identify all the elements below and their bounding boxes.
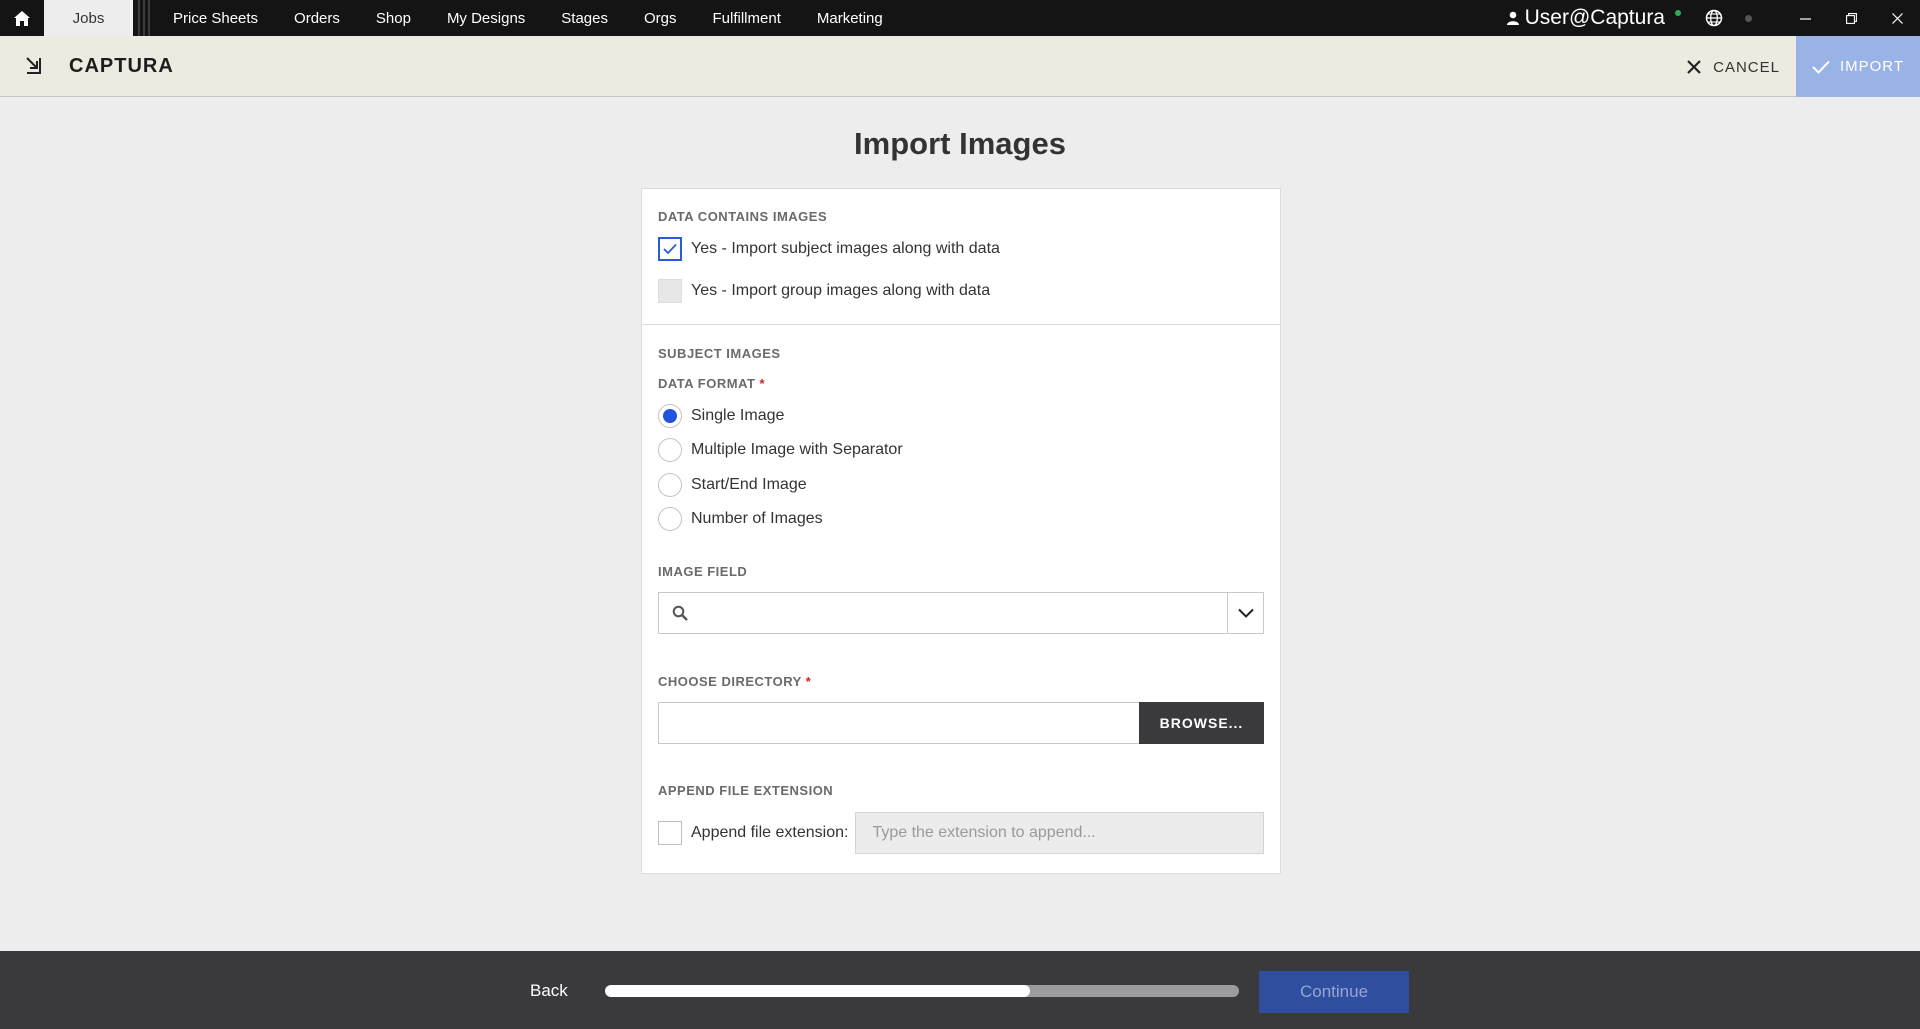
radio-number-of-images[interactable]: Number of Images [658,507,823,531]
home-icon [14,10,30,26]
radio-button[interactable] [658,507,682,531]
nav-item-orders[interactable]: Orders [276,0,358,36]
user-icon [1506,11,1519,25]
cancel-label: CANCEL [1713,58,1780,76]
user-menu[interactable]: User@Captura [1506,6,1665,30]
section-label-data-contains-images: DATA CONTAINS IMAGES [658,209,828,224]
data-format-label-text: DATA FORMAT [658,376,756,391]
import-label: IMPORT [1839,58,1905,75]
close-icon [1687,60,1701,74]
radio-start-end-image[interactable]: Start/End Image [658,473,807,497]
close-window-button[interactable] [1874,0,1920,36]
image-field-select[interactable] [658,592,1264,634]
directory-input[interactable] [658,702,1139,744]
append-extension-row: Append file extension: [658,812,1264,854]
subject-images-checkbox-row[interactable]: Yes - Import subject images along with d… [658,237,1000,261]
tab-jobs[interactable]: Jobs [44,0,133,36]
progress-fill [605,985,1030,997]
radio-label: Single Image [691,407,785,424]
group-images-checkbox-row[interactable]: Yes - Import group images along with dat… [658,279,990,303]
restore-icon [1845,12,1857,24]
subject-images-label: Yes - Import subject images along with d… [691,240,1000,257]
group-images-checkbox[interactable] [658,279,682,303]
append-extension-checkbox[interactable] [658,821,682,845]
data-format-label: DATA FORMAT * [658,376,765,391]
image-field-label: IMAGE FIELD [658,564,748,579]
back-button[interactable]: Back [530,981,568,1001]
radio-multiple-image-separator[interactable]: Multiple Image with Separator [658,438,903,462]
radio-label: Start/End Image [691,476,807,493]
radio-single-image[interactable]: Single Image [658,404,784,428]
section-label-subject-images: SUBJECT IMAGES [658,346,781,361]
indicator-dot [1745,14,1752,22]
page-header: CAPTURA CANCEL IMPORT [0,36,1920,97]
data-contains-images-section: DATA CONTAINS IMAGES Yes - Import subjec… [642,189,1280,325]
radio-button[interactable] [658,473,682,497]
nav-item-stages[interactable]: Stages [543,0,626,36]
nav-item-my-designs[interactable]: My Designs [429,0,543,36]
minimize-icon [1799,17,1811,20]
top-nav-bar: Jobs Price Sheets Orders Shop My Designs… [0,0,1920,36]
append-extension-label: APPEND FILE EXTENSION [658,783,834,798]
wizard-progress-bar [605,985,1239,997]
page-title: Import Images [854,126,1066,161]
tab-separator [133,0,155,36]
image-field-dropdown-toggle[interactable] [1227,593,1263,633]
radio-label: Multiple Image with Separator [691,441,903,458]
group-images-label: Yes - Import group images along with dat… [691,282,991,299]
nav-item-price-sheets[interactable]: Price Sheets [155,0,276,36]
import-button[interactable]: IMPORT [1796,36,1920,97]
close-icon [1891,12,1903,24]
continue-button[interactable]: Continue [1259,971,1409,1013]
online-status-dot [1675,10,1681,16]
nav-item-shop[interactable]: Shop [358,0,429,36]
import-images-form: DATA CONTAINS IMAGES Yes - Import subjec… [641,188,1281,874]
directory-picker: BROWSE... [658,702,1264,744]
chevron-down-icon [1237,608,1254,618]
radio-button[interactable] [658,404,682,428]
nav-item-fulfillment[interactable]: Fulfillment [695,0,799,36]
checkmark-icon [663,243,677,255]
brand-title: CAPTURA [69,55,174,77]
extension-input[interactable] [855,812,1264,854]
required-marker: * [759,376,766,391]
cancel-button[interactable]: CANCEL [1687,54,1780,80]
nav-item-marketing[interactable]: Marketing [799,0,901,36]
globe-icon[interactable] [1705,9,1723,27]
radio-label: Number of Images [691,510,823,527]
subject-images-checkbox[interactable] [658,237,682,261]
radio-button[interactable] [658,438,682,462]
check-icon [1812,60,1830,74]
choose-directory-label-text: CHOOSE DIRECTORY [658,674,802,689]
nav-item-orgs[interactable]: Orgs [626,0,695,36]
browse-button[interactable]: BROWSE... [1139,702,1264,744]
append-extension-checkbox-label: Append file extension: [691,824,849,841]
home-button[interactable] [0,0,44,36]
image-field-input[interactable] [701,593,1227,633]
required-marker: * [805,674,812,689]
user-name: User@Captura [1524,6,1665,29]
import-icon [26,57,41,74]
restore-button[interactable] [1828,0,1874,36]
minimize-button[interactable] [1782,0,1828,36]
choose-directory-label: CHOOSE DIRECTORY * [658,674,811,689]
search-icon [659,593,701,633]
